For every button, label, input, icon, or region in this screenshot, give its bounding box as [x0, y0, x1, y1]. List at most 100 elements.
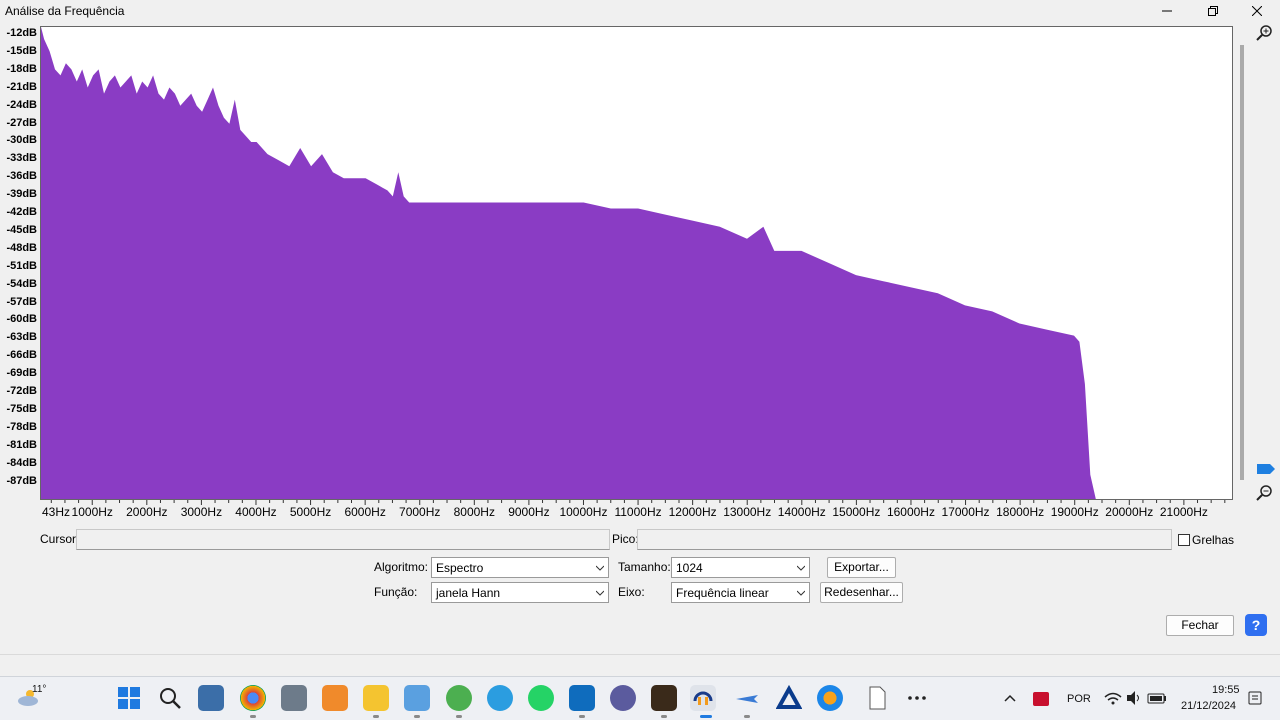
- axis-select[interactable]: Frequência linear: [671, 582, 810, 603]
- y-tick-label: -36dB: [6, 170, 37, 183]
- axis-value: Frequência linear: [676, 586, 769, 600]
- battery-icon: [1147, 693, 1166, 704]
- outlook-icon: [569, 685, 595, 711]
- minimize-button[interactable]: [1144, 0, 1190, 22]
- taskbar-app-firefox[interactable]: [817, 685, 843, 711]
- firefox-icon: [817, 685, 843, 711]
- more-apps-button[interactable]: [904, 685, 930, 711]
- taskbar-app-chrome[interactable]: [240, 685, 266, 711]
- volume-button[interactable]: [1124, 685, 1144, 711]
- taskbar-app-whatsapp[interactable]: [528, 685, 554, 711]
- x-tick-label: 18000Hz: [996, 505, 1044, 519]
- algorithm-select[interactable]: Espectro: [431, 557, 609, 578]
- notification-icon: [1248, 691, 1262, 705]
- chrome-icon: [240, 685, 266, 711]
- x-tick-label: 13000Hz: [723, 505, 771, 519]
- zoom-out-button[interactable]: [1256, 484, 1274, 502]
- y-tick-label: -78dB: [6, 420, 37, 433]
- tray-app-icon[interactable]: [1030, 685, 1052, 711]
- running-indicator: [579, 715, 585, 718]
- x-tick-label: 5000Hz: [290, 505, 331, 519]
- running-indicator: [456, 715, 462, 718]
- x-tick-label: 16000Hz: [887, 505, 935, 519]
- chevron-down-icon: [596, 565, 604, 571]
- search-icon: [160, 688, 181, 709]
- x-axis: 43Hz 1000Hz 2000Hz 3000Hz 4000Hz 5000Hz 6000Hz…: [40, 500, 1233, 522]
- taskbar-app-audacity[interactable]: [690, 685, 716, 711]
- windows-icon: [118, 687, 140, 709]
- taskbar-app-media[interactable]: [322, 685, 348, 711]
- clock-time[interactable]: 19:55: [1212, 684, 1240, 696]
- peak-label: Pico:: [612, 532, 639, 546]
- restore-button[interactable]: [1190, 0, 1236, 22]
- taskbar-app-network[interactable]: [404, 685, 430, 711]
- running-indicator: [661, 715, 667, 718]
- chevron-down-icon: [596, 590, 604, 596]
- taskbar-app-widgets[interactable]: [198, 685, 224, 711]
- zoom-slider-thumb[interactable]: [1257, 463, 1275, 474]
- size-label: Tamanho:: [618, 560, 671, 574]
- function-select[interactable]: janela Hann: [431, 582, 609, 603]
- utorrent-icon: [446, 685, 472, 711]
- wifi-button[interactable]: [1102, 685, 1124, 711]
- running-indicator: [744, 715, 750, 718]
- clock-date[interactable]: 21/12/2024: [1181, 700, 1236, 712]
- taskbar-app-outlook[interactable]: [569, 685, 595, 711]
- taskbar-app-browser[interactable]: [610, 685, 636, 711]
- y-tick-label: -15dB: [6, 44, 37, 57]
- x-tick-label: 3000Hz: [181, 505, 222, 519]
- taskbar-app-plane[interactable]: [734, 685, 760, 711]
- x-tick-label: 15000Hz: [832, 505, 880, 519]
- divider: [0, 654, 1280, 655]
- y-axis-labels: -12dB -15dB -18dB -21dB -24dB -27dB -30dB -33dB…: [0, 26, 40, 506]
- taskbar-app-editor[interactable]: [651, 685, 677, 711]
- audacity-icon: [693, 691, 713, 705]
- help-app-icon: [487, 685, 513, 711]
- active-indicator: [700, 715, 712, 718]
- axis-label: Eixo:: [618, 585, 645, 599]
- taskbar-app-calculator[interactable]: [281, 685, 307, 711]
- y-tick-label: -51dB: [6, 259, 37, 272]
- y-tick-label: -33dB: [6, 152, 37, 165]
- x-tick-label: 21000Hz: [1160, 505, 1208, 519]
- size-select[interactable]: 1024: [671, 557, 810, 578]
- cursor-label: Cursor:: [40, 532, 80, 546]
- spectrum-plot[interactable]: [40, 26, 1233, 500]
- y-tick-label: -75dB: [6, 402, 37, 415]
- frequency-analysis-window: Análise da Frequência -12dB -15dB -18dB -21…: [0, 0, 1280, 676]
- taskbar-app-notepad[interactable]: [864, 685, 890, 711]
- redraw-button[interactable]: Redesenhar...: [820, 582, 903, 603]
- notifications-button[interactable]: [1246, 685, 1264, 711]
- taskbar-app-utorrent[interactable]: [446, 685, 472, 711]
- language-indicator[interactable]: POR: [1067, 693, 1091, 705]
- weather-temp: 11°: [32, 684, 47, 695]
- y-tick-label: -54dB: [6, 277, 37, 290]
- minimize-icon: [1162, 10, 1172, 12]
- wifi-icon: [1104, 692, 1122, 705]
- grid-checkbox[interactable]: [1178, 534, 1190, 546]
- zoom-in-button[interactable]: [1256, 24, 1274, 42]
- export-button[interactable]: Exportar...: [827, 557, 896, 578]
- taskbar-app-explorer[interactable]: [363, 685, 389, 711]
- media-player-icon: [322, 685, 348, 711]
- search-button[interactable]: [157, 685, 183, 711]
- network-icon: [404, 685, 430, 711]
- ellipsis-icon: [908, 696, 926, 700]
- close-window-button[interactable]: [1234, 0, 1280, 22]
- y-tick-label: -57dB: [6, 295, 37, 308]
- x-tick-label: 20000Hz: [1105, 505, 1153, 519]
- show-hidden-icons-button[interactable]: [1000, 685, 1020, 711]
- restore-icon: [1208, 6, 1218, 16]
- help-button[interactable]: ?: [1245, 614, 1267, 636]
- start-button[interactable]: [116, 685, 142, 711]
- title-bar: Análise da Frequência: [0, 0, 1280, 22]
- chevron-up-icon: [1004, 694, 1016, 702]
- battery-button[interactable]: [1146, 685, 1168, 711]
- taskbar-app-help[interactable]: [487, 685, 513, 711]
- x-tick-label: 1000Hz: [72, 505, 113, 519]
- x-tick-label: 43Hz: [42, 505, 70, 519]
- close-button[interactable]: Fechar: [1166, 615, 1234, 636]
- zoom-slider-track[interactable]: [1240, 45, 1244, 480]
- taskbar-app-a[interactable]: [775, 684, 803, 711]
- x-tick-label: 17000Hz: [942, 505, 990, 519]
